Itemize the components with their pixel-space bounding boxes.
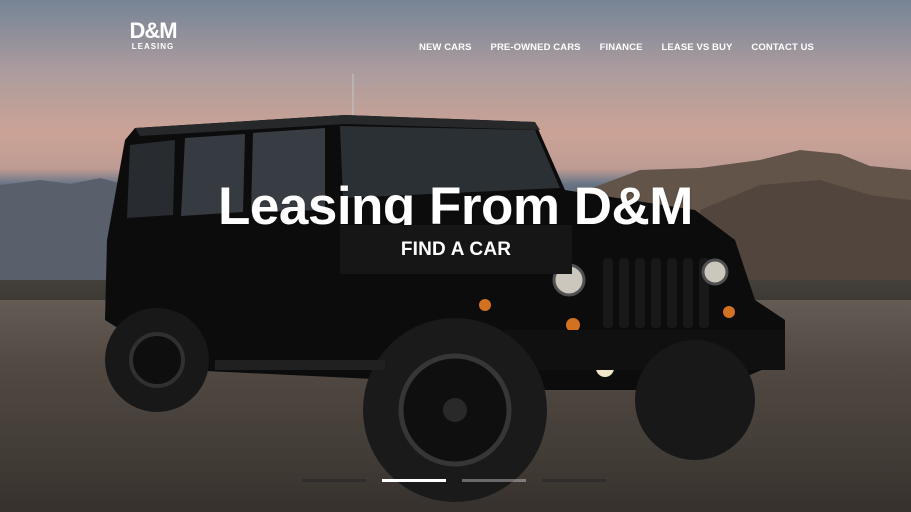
logo-mark: D&M <box>129 18 177 43</box>
slide-indicator-1[interactable] <box>302 479 366 482</box>
find-a-car-button[interactable]: FIND A CAR <box>340 225 572 274</box>
slide-indicator-4[interactable] <box>542 479 606 482</box>
nav-item-finance[interactable]: FINANCE <box>600 42 643 53</box>
dm-leasing-logo[interactable]: D&M LEASING <box>129 20 177 54</box>
nav-item-contact-us[interactable]: CONTACT US <box>751 42 814 53</box>
main-navigation: NEW CARS PRE-OWNED CARS FINANCE LEASE VS… <box>419 42 814 53</box>
nav-item-new-cars[interactable]: NEW CARS <box>419 42 472 53</box>
slide-indicators <box>302 479 606 482</box>
nav-item-pre-owned-cars[interactable]: PRE-OWNED CARS <box>491 42 581 53</box>
logo-subtitle: LEASING <box>131 42 175 51</box>
slide-indicator-3[interactable] <box>462 479 526 482</box>
hero-section: D&M LEASING NEW CARS PRE-OWNED CARS FINA… <box>0 0 911 512</box>
nav-item-lease-vs-buy[interactable]: LEASE VS BUY <box>662 42 733 53</box>
slide-indicator-2[interactable] <box>382 479 446 482</box>
